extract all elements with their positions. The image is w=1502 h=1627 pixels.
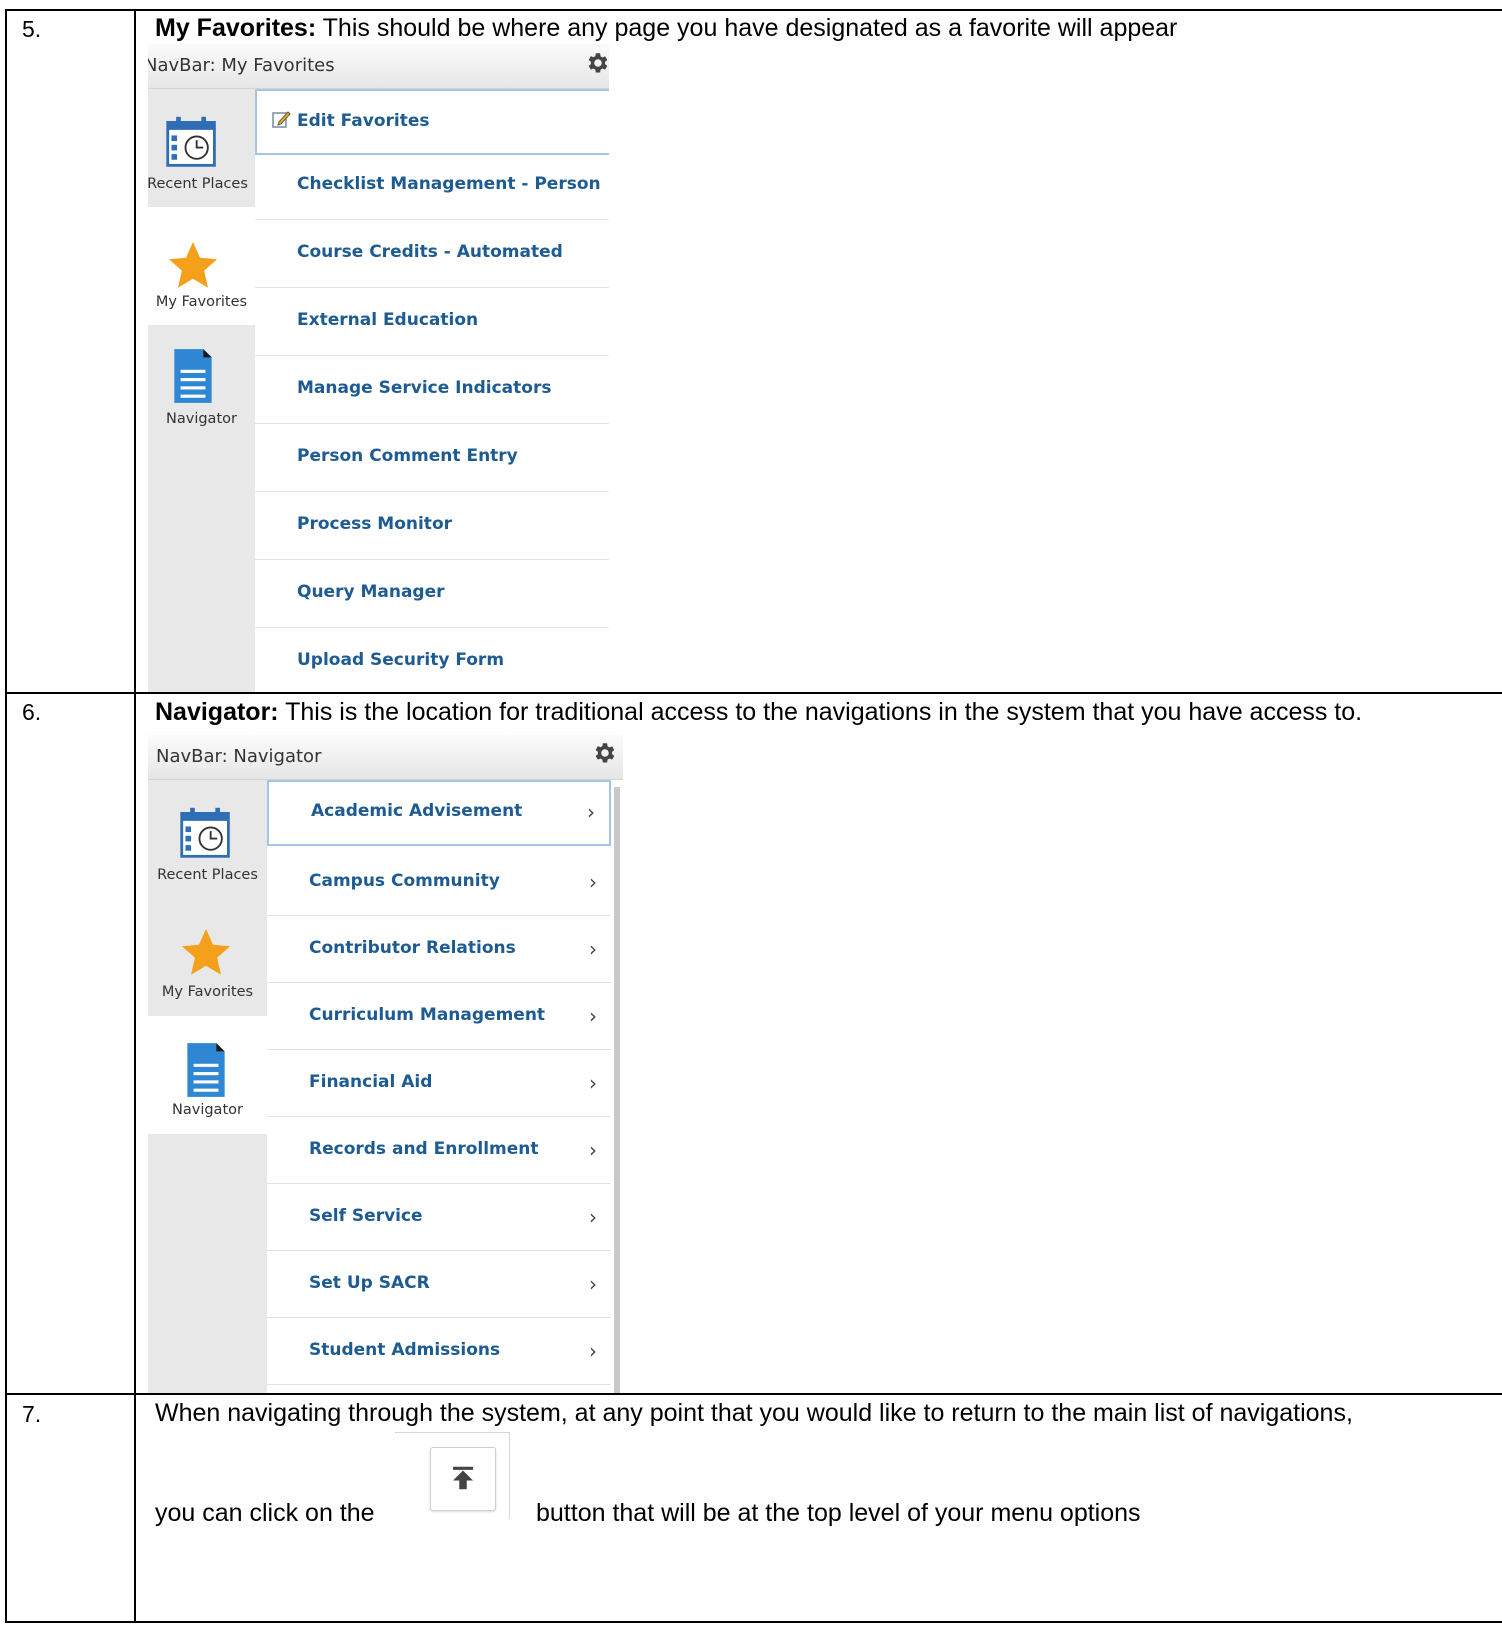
- favorites-item-label: Course Credits - Automated: [297, 242, 563, 262]
- navigator-item-label: Self Service: [309, 1206, 423, 1226]
- chevron-right-icon: ›: [589, 1004, 597, 1028]
- navigator-list-item[interactable]: Set Up SACR ›: [267, 1251, 611, 1318]
- step-line-1: When navigating through the system, at a…: [155, 1399, 1353, 1427]
- table-border-left: [5, 9, 7, 1623]
- navbar-title: NavBar: My Favorites: [148, 55, 335, 76]
- edit-icon: [272, 111, 291, 128]
- favorites-item-label: External Education: [297, 310, 479, 330]
- navigator-list-item[interactable]: Campus Community ›: [267, 849, 611, 916]
- favorites-item-label: Person Comment Entry: [297, 446, 518, 466]
- calendar-clock-icon: [180, 807, 230, 858]
- favorites-list-item[interactable]: Person Comment Entry: [255, 423, 609, 492]
- favorites-item-label: Manage Service Indicators: [297, 378, 552, 398]
- navigator-list-item[interactable]: Curriculum Management ›: [267, 983, 611, 1050]
- step-description: My Favorites: This should be where any p…: [155, 14, 1177, 43]
- navigator-item-label: Contributor Relations: [309, 938, 516, 958]
- table-border-bottom: [5, 1621, 1502, 1623]
- navigator-list-item[interactable]: Academic Advisement ›: [267, 780, 611, 846]
- favorites-list-item[interactable]: Checklist Management - Person: [255, 151, 609, 220]
- navbar-sidebar: Recent Places My Favorites Navigator: [148, 780, 267, 1393]
- step-title: My Favorites:: [155, 14, 317, 42]
- navigator-item-label: Campus Community: [309, 871, 500, 891]
- navigator-list-item[interactable]: Financial Aid ›: [267, 1050, 611, 1117]
- favorites-list-item[interactable]: Course Credits - Automated: [255, 219, 609, 288]
- tile-label: My Favorites: [155, 294, 248, 310]
- edit-favorites-label: Edit Favorites: [297, 111, 430, 131]
- tile-label: My Favorites: [161, 984, 254, 1000]
- navbar-header: NavBar: My Favorites: [148, 44, 609, 89]
- edit-favorites-item[interactable]: Edit Favorites: [255, 89, 609, 155]
- navigator-item-label: Financial Aid: [309, 1072, 433, 1092]
- step-description: Navigator: This is the location for trad…: [155, 698, 1362, 727]
- tile-recent-places[interactable]: Recent Places: [148, 89, 255, 207]
- chevron-right-icon: ›: [589, 1205, 597, 1229]
- document-icon: [174, 349, 212, 403]
- tile-label: Recent Places: [148, 176, 248, 192]
- favorites-list-item[interactable]: Manage Service Indicators: [255, 355, 609, 424]
- navigator-item-label: Student Admissions: [309, 1340, 501, 1360]
- table-row-divider: [5, 1393, 1502, 1395]
- navigator-item-label: Records and Enrollment: [309, 1139, 539, 1159]
- scrollbar[interactable]: [614, 787, 620, 1393]
- step-text: This should be where any page you have d…: [316, 14, 1178, 42]
- gear-icon[interactable]: [591, 740, 617, 766]
- step-number: 7.: [22, 1401, 42, 1427]
- favorites-item-label: Upload Security Form: [297, 650, 505, 670]
- navbar-header: NavBar: Navigator: [148, 735, 623, 780]
- step-text: This is the location for traditional acc…: [278, 698, 1363, 726]
- chevron-right-icon: ›: [589, 937, 597, 961]
- step-number: 6.: [22, 699, 42, 725]
- step-number: 5.: [22, 16, 42, 42]
- favorites-item-label: Query Manager: [297, 582, 445, 602]
- chevron-right-icon: ›: [589, 1071, 597, 1095]
- chevron-right-icon: ›: [587, 800, 595, 824]
- navbar-navigator-panel: NavBar: Navigator Recent Places My Favor…: [148, 735, 623, 1393]
- navigator-item-label: Academic Advisement: [311, 801, 523, 821]
- navigator-list-item[interactable]: Records and Enrollment ›: [267, 1117, 611, 1184]
- chevron-right-icon: ›: [589, 870, 597, 894]
- return-to-top-button[interactable]: [430, 1447, 496, 1511]
- gear-icon[interactable]: [584, 50, 609, 76]
- tile-my-favorites[interactable]: My Favorites: [148, 898, 267, 1016]
- tile-navigator[interactable]: Navigator: [148, 325, 255, 443]
- favorites-list: Edit Favorites Checklist Management - Pe…: [255, 89, 609, 692]
- navigator-item-label: Curriculum Management: [309, 1005, 546, 1025]
- navigator-item-label: Set Up SACR: [309, 1273, 430, 1293]
- table-column-divider: [134, 9, 136, 1623]
- navbar-favorites-panel: NavBar: My Favorites Recent Places My Fa…: [148, 44, 609, 692]
- tile-label: Navigator: [172, 1102, 243, 1118]
- return-to-top-icon: [453, 1466, 473, 1490]
- navigator-list-item[interactable]: Self Service ›: [267, 1184, 611, 1251]
- chevron-right-icon: ›: [589, 1339, 597, 1363]
- favorites-list-item[interactable]: Query Manager: [255, 559, 609, 628]
- star-icon: [168, 241, 218, 288]
- document-icon: [187, 1043, 225, 1097]
- chevron-right-icon: ›: [589, 1138, 597, 1162]
- tile-recent-places[interactable]: Recent Places: [148, 780, 267, 898]
- navbar-sidebar: Recent Places My Favorites Navigator: [148, 89, 255, 692]
- favorites-item-label: Checklist Management - Person: [297, 174, 601, 194]
- star-icon: [181, 928, 231, 975]
- step-title: Navigator:: [155, 698, 279, 726]
- navigator-list-item[interactable]: Student Admissions ›: [267, 1318, 611, 1385]
- calendar-clock-icon: [166, 116, 216, 167]
- favorites-list-item[interactable]: Process Monitor: [255, 491, 609, 560]
- navbar-title: NavBar: Navigator: [156, 746, 322, 767]
- favorites-list-item[interactable]: Upload Security Form: [255, 627, 609, 692]
- tile-label: Recent Places: [157, 867, 258, 883]
- tile-my-favorites[interactable]: My Favorites: [148, 207, 255, 325]
- step-line-2a: you can click on the: [155, 1499, 375, 1527]
- table-border-top: [5, 9, 1502, 11]
- tile-navigator[interactable]: Navigator: [148, 1016, 267, 1134]
- chevron-right-icon: ›: [589, 1272, 597, 1296]
- navigator-list-item[interactable]: Contributor Relations ›: [267, 916, 611, 983]
- table-row-divider: [5, 692, 1502, 694]
- tile-label: Navigator: [166, 411, 237, 427]
- navigator-list: Academic Advisement › Campus Community › Con…: [267, 780, 611, 1393]
- favorites-item-label: Process Monitor: [297, 514, 453, 534]
- step-line-2b: button that will be at the top level of …: [536, 1499, 1141, 1527]
- favorites-list-item[interactable]: External Education: [255, 287, 609, 356]
